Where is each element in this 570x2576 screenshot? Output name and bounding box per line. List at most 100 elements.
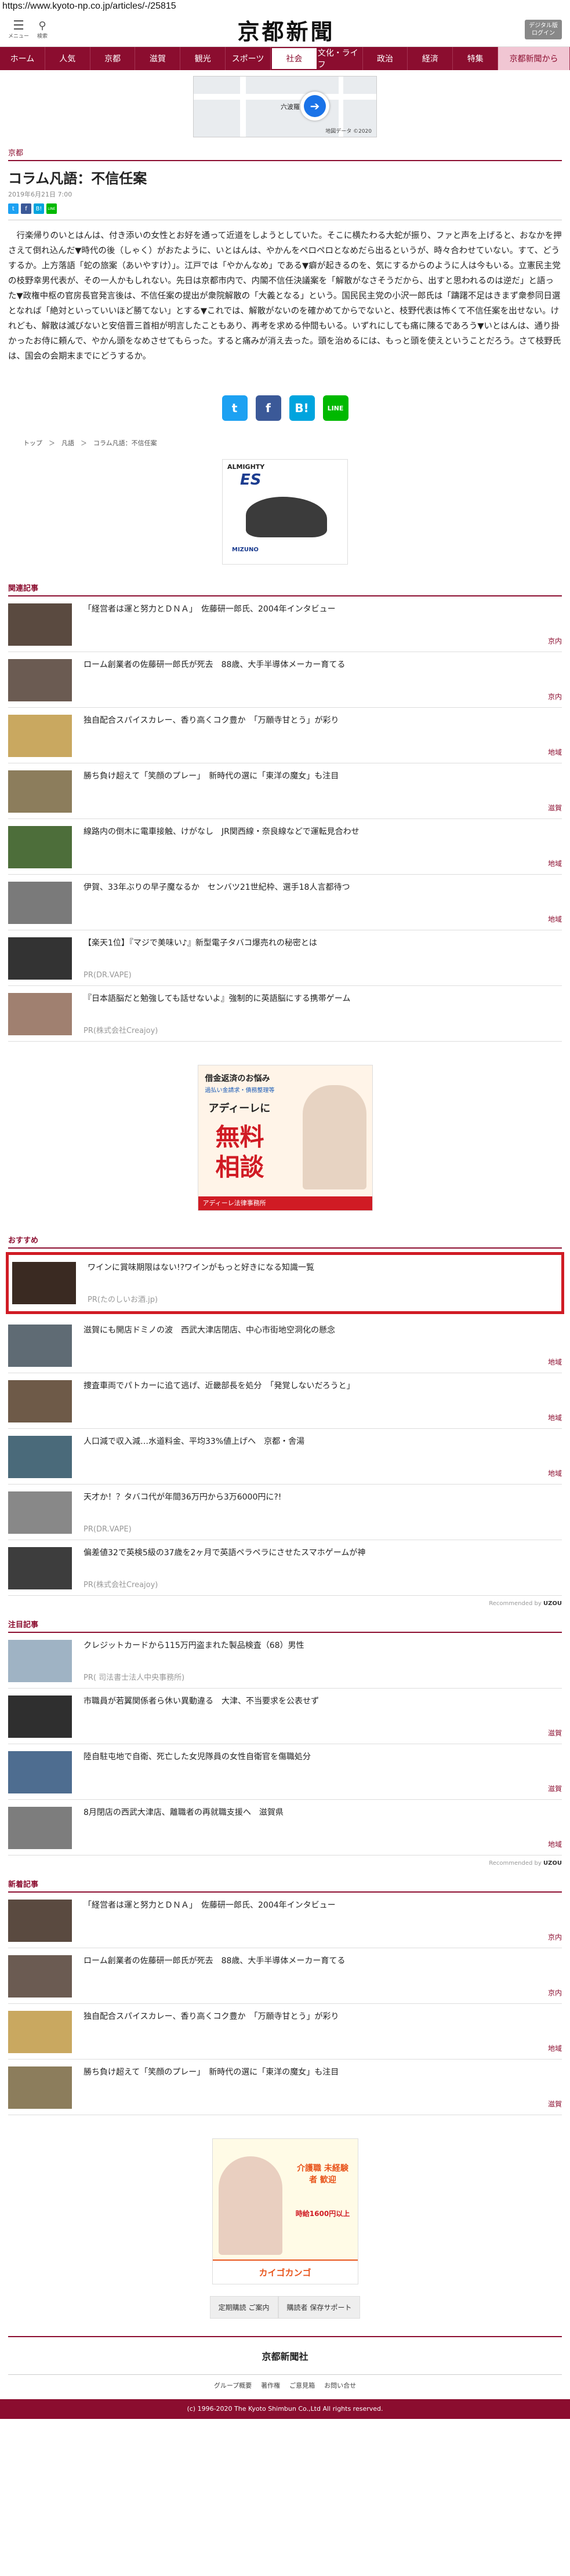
nav-politics[interactable]: 政治 [363,47,408,70]
support-link[interactable]: 購読者 保存サポート [278,2296,361,2319]
breadcrumb[interactable]: トップ ＞ 凡語 ＞ コラム凡語：不信任案 [23,438,547,447]
item-category: 地域 [547,1414,562,1422]
related-section: 関連記事 「経営者は運と努力とＤＮＡ」 佐藤研一郎氏、2004年インタビュー 京内… [0,582,570,1042]
thumbnail [8,1640,72,1682]
item-title: 捜査車両でパトカーに追て逃げ、近畿部長を処分 「発覚しないだろうと」 [83,1381,355,1391]
footer-logo[interactable]: 京都新聞社 [8,2336,562,2368]
account-button[interactable]: デジタル版 ログイン [524,20,562,39]
nav-sports[interactable]: スポーツ [226,47,271,70]
list-item[interactable]: 勝ち負け超えて「笑顔のプレー」 新時代の選に「東洋の魔女」も注目 滋賀 [8,763,562,819]
recommended-by: Recommended by UZOU [8,1860,562,1866]
list-item[interactable]: クレジットカードから115万円盗まれた製品検査（68）男性 PR( 司法書士法人中… [8,1633,562,1689]
item-category: 地域 [547,748,562,756]
article-title: コラム凡語：不信任案 [8,170,147,187]
list-item[interactable]: ローム創業者の佐藤研一郎氏が死去 88歳、大手半導体メーカー育てる 京内 [8,1948,562,2004]
list-item[interactable]: 勝ち負け超えて「笑顔のプレー」 新時代の選に「東洋の魔女」も注目 滋賀 [8,2060,562,2115]
nav-economy[interactable]: 経済 [408,47,453,70]
item-category: 京内 [547,693,562,701]
footer-nav-item[interactable]: ご意見箱 [289,2381,315,2390]
nav-from-kyoto[interactable]: 京都新聞から [498,47,570,70]
article-category[interactable]: 京都 [8,147,562,161]
list-item[interactable]: 天才か！？タバコ代が年間36万円から3万6000円に?! PR(DR.VAPE) [8,1485,562,1540]
item-category: 京内 [547,637,562,645]
list-item[interactable]: 伊賀、33年ぶりの早子魔なるか センバツ21世紀枠、選手18人言都待つ 地域 [8,875,562,930]
global-nav: ホーム 人気 京都 滋賀 観光 スポーツ 社会 文化・ライフ 政治 経済 特集 … [0,47,570,70]
list-item[interactable]: 偏差値32で英検5級の37歳を2ヶ月で英語ペラペラにさせたスマホゲームが神 PR(… [8,1540,562,1596]
recommended-by: Recommended by UZOU [8,1600,562,1607]
item-title: ローム創業者の佐藤研一郎氏が死去 88歳、大手半導体メーカー育てる [83,660,346,670]
list-item[interactable]: 人口減で収入減…水道料金、平均33%値上げへ 京都・舎湯 地域 [8,1429,562,1485]
article-date: 2019年6月21日 7:00 [8,191,72,198]
list-item[interactable]: 陸自駐屯地で自衛、死亡した女児隊員の女性自衛官を傷職処分 滋賀 [8,1744,562,1800]
newest-section: 新着記事 「経営者は運と努力とＤＮＡ」 佐藤研一郎氏、2004年インタビュー 京内… [0,1878,570,2115]
thumbnail [8,1380,72,1422]
thumbnail [8,2066,72,2109]
kaigo-ad-line2: 時給1600円以上 [295,2210,350,2218]
subscription-link[interactable]: 定期購読 ご案内 [209,2296,278,2319]
nav-kyoto[interactable]: 京都 [90,47,136,70]
search-label: 検索 [37,33,48,39]
footer-nav-item[interactable]: お問い合せ [324,2381,356,2390]
footer-links: 定期購読 ご案内 購読者 保存サポート [0,2296,570,2319]
copyright: (c) 1996-2020 The Kyoto Shimbun Co.,Ltd … [0,2399,570,2419]
line-share-icon[interactable]: LINE [322,395,348,421]
item-title: 人口減で収入減…水道料金、平均33%値上げへ 京都・舎湯 [83,1437,305,1446]
nav-popular[interactable]: 人気 [45,47,90,70]
item-title: 天才か！？タバコ代が年間36万円から3万6000円に?! [83,1493,282,1502]
thumbnail [8,993,72,1035]
map-label: 六波羅 [281,103,300,111]
list-item[interactable]: 市職員が若翼関係者ら休い異動違る 大津、不当要求を公表せず 滋賀 [8,1689,562,1744]
twitter-icon[interactable]: t [8,203,19,214]
nav-special[interactable]: 特集 [453,47,499,70]
facebook-share-icon[interactable]: f [255,395,281,421]
item-sponsor: PR(DR.VAPE) [83,971,132,980]
facebook-icon[interactable]: f [21,203,31,214]
list-item[interactable]: 独自配合スパイスカレー、香り高くコク豊か 「万願寺甘とう」が彩り 地域 [8,708,562,763]
list-item[interactable]: 滋賀にも開店ドミノの波 西武大津店閉店、中心市街地空洞化の懸念 地域 [8,1318,562,1373]
hatena-share-icon[interactable]: B! [289,395,315,421]
search-button[interactable]: ⚲ 検索 [37,20,48,39]
shoe-ad-brand: MIZUNO [232,547,259,553]
nav-tourism[interactable]: 観光 [180,47,226,70]
nav-culture[interactable]: 文化・ライフ [318,47,363,70]
list-item[interactable]: ローム創業者の佐藤研一郎氏が死去 88歳、大手半導体メーカー育てる京内 [8,652,562,708]
site-logo[interactable]: 京都新聞 [238,14,335,46]
map-ad[interactable]: 六波羅 ➔ 地図データ ©2020 [193,76,377,137]
article: 京都 コラム凡語：不信任案 2019年6月21日 7:00 t f B! LIN… [0,147,570,447]
site-footer: 京都新聞社 グループ概要 著作権 ご意見箱 お問い合せ (c) 1996-202… [0,2336,570,2419]
hatena-icon[interactable]: B! [34,203,44,214]
lawyer-ad-footer: アディーレ法律事務所 [198,1196,372,1210]
list-item[interactable]: 捜査車両でパトカーに追て逃げ、近畿部長を処分 「発覚しないだろうと」地域 [8,1373,562,1429]
thumbnail [8,882,72,924]
recommended-label: Recommended by [489,1860,542,1866]
item-title: 線路内の倒木に電車接触、けがなし JR関西線・奈良線などで運転見合わせ [83,827,360,836]
twitter-share-icon[interactable]: t [222,395,248,421]
article-body: 行楽帰りのいとはんは、付き添いの女性とお好を通って近道をしようとしていた。そこに… [8,220,562,372]
nav-home[interactable]: ホーム [0,47,45,70]
footer-nav-item[interactable]: 著作権 [261,2381,280,2390]
list-item[interactable]: 8月閉店の西武大津店、離職者の再就職支援へ 滋賀県 地域 [8,1800,562,1855]
list-item[interactable]: 線路内の倒木に電車接触、けがなし JR関西線・奈良線などで運転見合わせ 地域 [8,819,562,875]
list-item[interactable]: 「経営者は運と努力とＤＮＡ」 佐藤研一郎氏、2004年インタビュー 京内 [8,1893,562,1948]
lawyer-ad[interactable]: 借金返済のお悩み 過払い金請求・債務整理等 アディーレに 無料 相談 アディーレ… [197,1065,373,1211]
shoe-ad[interactable]: ALMIGHTY ES MIZUNO [222,459,348,565]
list-item[interactable]: 『日本語脳だと勉強しても話せないよ』強制的に英語脳にする携帯ゲーム PR(株式会社… [8,986,562,1042]
thumbnail [12,1262,76,1304]
kaigo-ad[interactable]: 介護職 未経験者 歓迎 時給1600円以上 カイゴカンゴ [212,2138,358,2284]
list-item[interactable]: 「経営者は運と努力とＤＮＡ」 佐藤研一郎氏、2004年インタビュー 京内 [8,596,562,652]
menu-button[interactable]: ☰ メニュー [8,19,29,39]
item-title: 市職員が若翼関係者ら休い異動違る 大津、不当要求を公表せず [83,1697,319,1706]
nav-shiga[interactable]: 滋賀 [135,47,181,70]
item-category: 地域 [547,915,562,923]
list-item[interactable]: ワインに賞味期限はない!?ワインがもっと好きになる知識一覧 PR(たのしいお酒.j… [6,1252,564,1314]
list-item[interactable]: 【楽天1位】『マジで美味い♪』新型電子タバコ爆売れの秘密とは PR(DR.VAPE… [8,930,562,986]
footer-nav-item[interactable]: グループ概要 [214,2381,252,2390]
lawyer-ad-line4: 無料 相談 [215,1123,264,1181]
item-title: 偏差値32で英検5級の37歳を2ヶ月で英語ペラペラにさせたスマホゲームが神 [83,1548,366,1558]
account-sub: ログイン [531,30,555,37]
nav-society[interactable]: 社会 [270,47,318,70]
list-item[interactable]: 独自配合スパイスカレー、香り高くコク豊か 「万願寺甘とう」が彩り 地域 [8,2004,562,2060]
line-icon[interactable]: LINE [46,203,57,214]
url-bar: https://www.kyoto-np.co.jp/articles/-/25… [2,1,176,11]
item-category: 地域 [547,1358,562,1366]
